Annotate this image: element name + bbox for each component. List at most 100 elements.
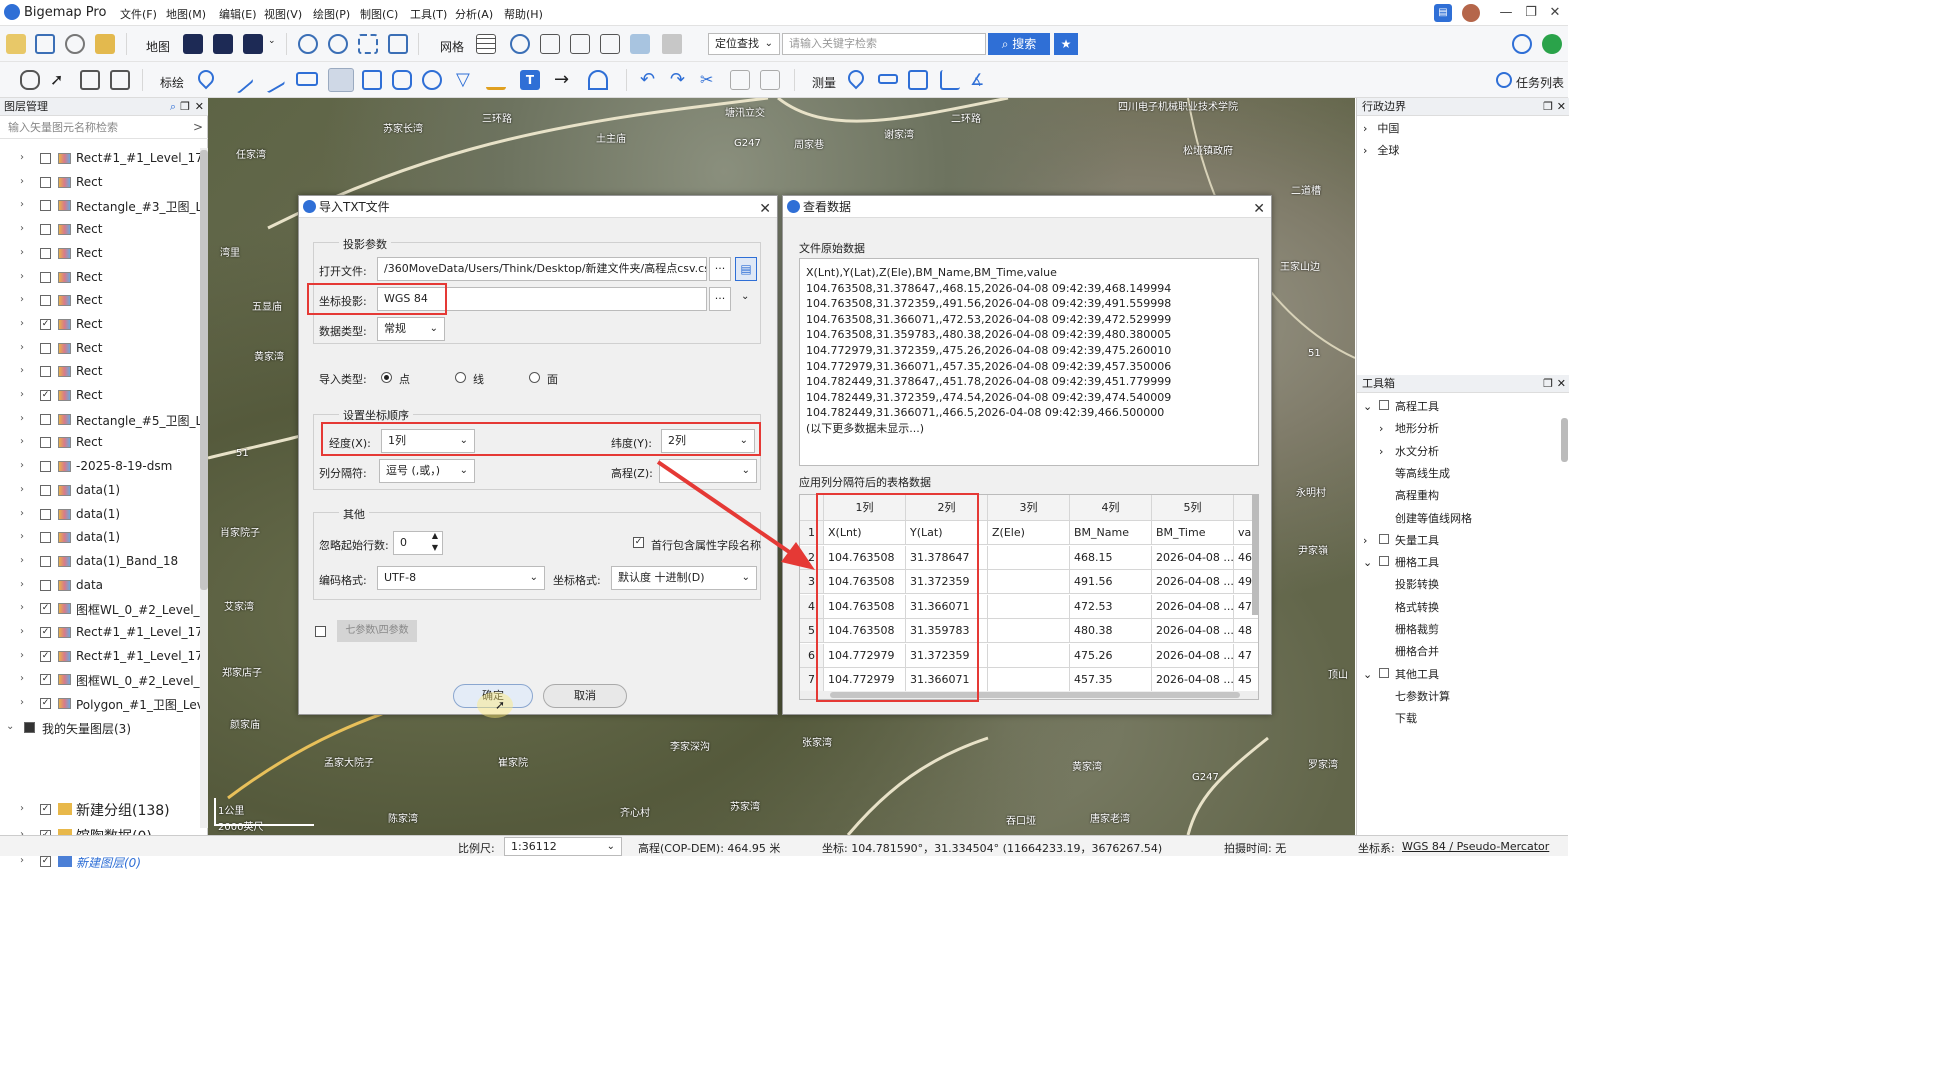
marker-icon[interactable] bbox=[194, 66, 218, 90]
search-icon[interactable]: ⌕ bbox=[170, 98, 176, 116]
seven-param-checkbox[interactable] bbox=[315, 626, 326, 637]
brush-icon[interactable] bbox=[662, 34, 682, 54]
expand-arrow-icon[interactable]: › bbox=[20, 176, 24, 187]
toolbox-item[interactable]: 创建等值线网格 bbox=[1395, 510, 1472, 526]
expand-arrow-icon[interactable]: › bbox=[20, 365, 24, 376]
layer-visibility-checkbox[interactable] bbox=[40, 484, 51, 496]
toolbox-item[interactable]: 高程重构 bbox=[1395, 487, 1439, 503]
grid-icon[interactable] bbox=[476, 34, 496, 54]
minimize-icon[interactable]: — bbox=[1497, 4, 1515, 22]
toolbox-item[interactable]: 等高线生成 bbox=[1395, 465, 1450, 481]
menu-item[interactable]: 帮助(H) bbox=[504, 6, 543, 22]
locate-select[interactable]: 定位查找 ⌄ bbox=[708, 33, 780, 55]
data-type-select[interactable]: 常规 ⌄ bbox=[377, 317, 445, 341]
layer-item[interactable]: › Rect bbox=[0, 430, 200, 454]
expand-arrow-icon[interactable]: › bbox=[20, 223, 24, 234]
layer-visibility-checkbox[interactable] bbox=[40, 176, 51, 188]
map-source-icon[interactable] bbox=[213, 34, 233, 54]
toolbox-item[interactable]: › 地形分析 bbox=[1379, 420, 1439, 436]
layer-visibility-checkbox[interactable]: ✓ bbox=[40, 627, 51, 638]
skip-rows-stepper[interactable]: 0 ▲ ▼ bbox=[393, 531, 443, 555]
layer-visibility-checkbox[interactable]: ✓ bbox=[40, 674, 51, 686]
search-input[interactable]: 请输入关键字检索 bbox=[782, 33, 986, 55]
layer-visibility-checkbox[interactable] bbox=[40, 437, 51, 449]
layer-visibility-checkbox[interactable] bbox=[40, 579, 51, 591]
select-polygon-icon[interactable] bbox=[110, 70, 130, 90]
collapse-arrow-icon[interactable]: ⌄ bbox=[1363, 668, 1372, 681]
measure-angle-icon[interactable] bbox=[940, 70, 960, 90]
copy-icon[interactable] bbox=[730, 70, 750, 90]
layer-search-input[interactable]: 输入矢量图元名称检索 bbox=[0, 117, 208, 139]
expand-arrow-icon[interactable]: › bbox=[20, 271, 24, 282]
admin-boundary-item[interactable]: › 中国 bbox=[1363, 120, 1399, 136]
globe-grid-icon[interactable] bbox=[510, 34, 530, 54]
zoom-extent-icon[interactable] bbox=[358, 34, 378, 54]
layer-visibility-checkbox[interactable] bbox=[40, 532, 51, 544]
expand-arrow-icon[interactable]: › bbox=[20, 803, 24, 814]
layer-visibility-checkbox[interactable]: ✓ bbox=[40, 318, 51, 330]
label-tool-label[interactable]: 标绘 bbox=[160, 74, 184, 91]
layer-item[interactable]: › ✓ 图框WL_0_#2_Level_1... bbox=[0, 667, 200, 691]
layer-item[interactable]: › -2025-8-19-dsm bbox=[0, 454, 200, 478]
layer-item[interactable]: › Rect bbox=[0, 288, 200, 312]
layer-item[interactable]: › Rect bbox=[0, 265, 200, 289]
layer-item[interactable]: › Rect bbox=[0, 336, 200, 360]
close-icon[interactable]: ✕ bbox=[1253, 198, 1265, 220]
expand-arrow-icon[interactable]: › bbox=[20, 626, 24, 637]
select-arrow-icon[interactable]: ➚ bbox=[50, 70, 70, 90]
toolbox-item[interactable]: 投影转换 bbox=[1395, 576, 1439, 592]
bezier-icon[interactable] bbox=[588, 70, 608, 90]
browse-file-button[interactable]: ··· bbox=[709, 257, 731, 281]
layer-item[interactable]: › ✓ Rect#1_#1_Level_17_... bbox=[0, 620, 200, 644]
layer-visibility-checkbox[interactable] bbox=[40, 366, 51, 378]
expand-arrow-icon[interactable]: › bbox=[20, 389, 24, 400]
table-vscroll-thumb[interactable] bbox=[1252, 495, 1258, 615]
search-button[interactable]: ⌕ 搜索 bbox=[988, 33, 1050, 55]
header-row-checkbox[interactable]: ✓ bbox=[633, 537, 644, 548]
expand-arrow-icon[interactable]: › bbox=[20, 531, 24, 542]
crs-browse-button[interactable]: ··· bbox=[709, 287, 731, 311]
layer-visibility-checkbox[interactable] bbox=[40, 153, 51, 164]
layer-item[interactable]: › Rect#1_#1_Level_17_... bbox=[0, 146, 200, 170]
toolbox-scrollbar-thumb[interactable] bbox=[1561, 418, 1568, 462]
map-source-icon[interactable] bbox=[183, 34, 203, 54]
collapse-arrow-icon[interactable]: ⌄ bbox=[1363, 556, 1372, 569]
layer-visibility-checkbox[interactable] bbox=[40, 413, 51, 425]
menu-item[interactable]: 地图(M) bbox=[166, 6, 206, 22]
layer-item[interactable]: › data bbox=[0, 573, 200, 597]
layer-item[interactable]: › data(1)_Band_18 bbox=[0, 549, 200, 573]
close-icon[interactable]: ✕ bbox=[1557, 98, 1566, 116]
menu-item[interactable]: 视图(V) bbox=[264, 6, 302, 22]
file-path-input[interactable]: /360MoveData/Users/Think/Desktop/新建文件夹/高… bbox=[377, 257, 707, 281]
import-type-point-radio[interactable] bbox=[381, 372, 392, 383]
vector-layer-root[interactable]: ⌄ 我的矢量图层(3) bbox=[0, 715, 200, 739]
toolbox-item[interactable]: ⌄ 其他工具 bbox=[1363, 666, 1439, 682]
stepper-arrows-icon[interactable]: ▲ ▼ bbox=[432, 532, 438, 554]
file-list-icon[interactable]: ▤ bbox=[735, 257, 757, 281]
rectangle-icon[interactable] bbox=[296, 72, 318, 86]
save-icon[interactable] bbox=[35, 34, 55, 54]
restore-icon[interactable]: ❐ bbox=[1522, 4, 1540, 22]
task-list-icon[interactable] bbox=[1496, 72, 1512, 88]
select-box-icon[interactable] bbox=[80, 70, 100, 90]
expand-arrow-icon[interactable]: › bbox=[1363, 144, 1367, 157]
grid-icon[interactable] bbox=[570, 34, 590, 54]
grid-icon[interactable] bbox=[600, 34, 620, 54]
task-list-button[interactable]: 任务列表 bbox=[1516, 74, 1564, 91]
toolbox-item[interactable]: 格式转换 bbox=[1395, 599, 1439, 615]
admin-boundary-item[interactable]: › 全球 bbox=[1363, 142, 1399, 158]
layer-item[interactable]: › Rect bbox=[0, 359, 200, 383]
expand-arrow-icon[interactable]: › bbox=[20, 602, 24, 613]
chevron-down-icon[interactable]: ⌄ bbox=[268, 36, 276, 46]
layer-visibility-checkbox[interactable] bbox=[40, 461, 51, 473]
favorite-star-icon[interactable]: ★ bbox=[1054, 33, 1078, 55]
expand-arrow-icon[interactable]: › bbox=[20, 579, 24, 590]
grid-icon[interactable] bbox=[540, 34, 560, 54]
expand-arrow-icon[interactable]: › bbox=[20, 673, 24, 684]
curve-icon[interactable] bbox=[258, 66, 286, 94]
layer-item[interactable]: › ✓ 图框WL_0_#2_Level_1... bbox=[0, 596, 200, 620]
layer-item[interactable]: › ✓ Rect#1_#1_Level_17_... bbox=[0, 644, 200, 668]
polygon-draw-icon[interactable] bbox=[328, 68, 354, 92]
expand-arrow-icon[interactable]: › bbox=[20, 650, 24, 661]
expand-arrow-icon[interactable]: › bbox=[20, 436, 24, 447]
